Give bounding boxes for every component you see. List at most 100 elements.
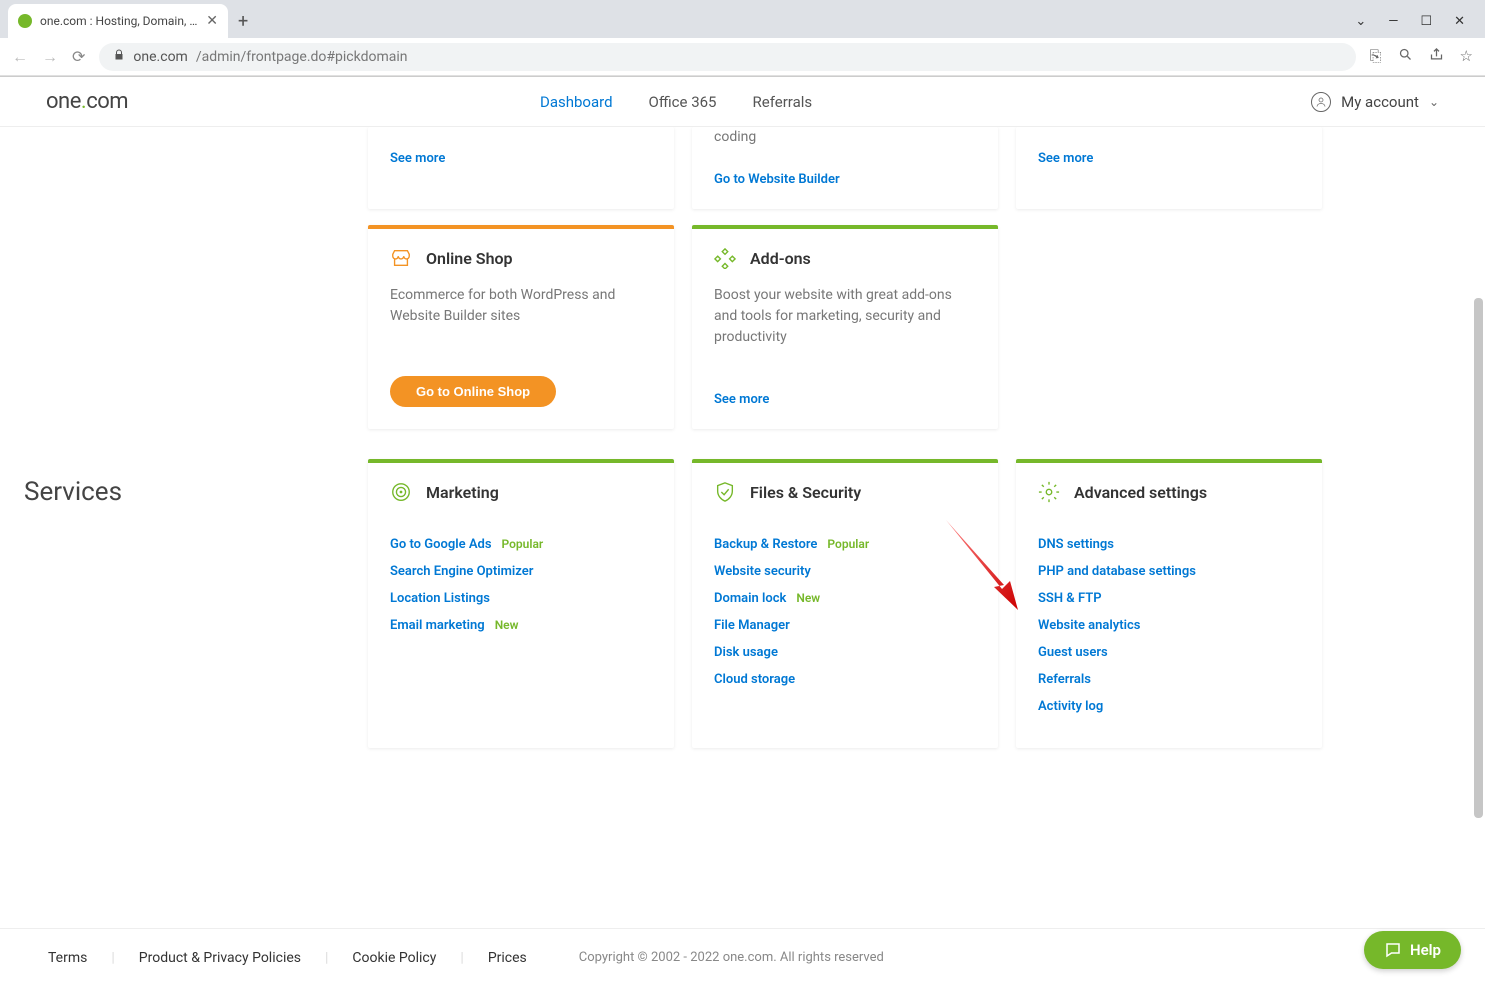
minimize-icon[interactable]: —	[1388, 14, 1398, 29]
ssh-ftp-link[interactable]: SSH & FTP	[1038, 591, 1102, 606]
tab-title: one.com : Hosting, Domain, Ema	[40, 14, 198, 28]
my-account-menu[interactable]: My account ⌄	[1311, 92, 1439, 112]
person-icon	[1311, 92, 1331, 112]
partial-card-2: coding Go to Website Builder	[692, 127, 998, 209]
addons-card: Add-ons Boost your website with great ad…	[692, 225, 998, 429]
star-icon[interactable]: ☆	[1460, 47, 1473, 66]
marketing-links: Go to Google Ads Popular Search Engine Op…	[390, 537, 652, 645]
advanced-settings-card: Advanced settings DNS settings PHP and d…	[1016, 459, 1322, 748]
zoom-icon[interactable]	[1398, 47, 1413, 66]
content-area: See more coding Go to Website Builder Se…	[0, 127, 1485, 928]
help-label: Help	[1410, 941, 1441, 959]
footer-terms-link[interactable]: Terms	[24, 950, 111, 966]
see-more-link[interactable]: See more	[1038, 151, 1093, 166]
services-heading: Services	[24, 459, 350, 748]
nav-office365[interactable]: Office 365	[649, 93, 717, 111]
partial-card-row: See more coding Go to Website Builder Se…	[24, 127, 1461, 209]
card-title: Files & Security	[750, 483, 861, 502]
footer-privacy-link[interactable]: Product & Privacy Policies	[115, 950, 325, 966]
feature-card-row: Online Shop Ecommerce for both WordPress…	[24, 225, 1461, 429]
go-to-google-ads-link[interactable]: Go to Google Ads	[390, 537, 492, 552]
files-security-card: Files & Security Backup & Restore Popular…	[692, 459, 998, 748]
location-listings-link[interactable]: Location Listings	[390, 591, 490, 606]
card-desc: Ecommerce for both WordPress and Website…	[390, 285, 652, 327]
tab-bar: one.com : Hosting, Domain, Ema ✕ + ⌄ — ☐…	[0, 0, 1485, 38]
url-path: /admin/frontpage.do#pickdomain	[196, 49, 408, 65]
new-badge: New	[495, 618, 519, 632]
account-label: My account	[1341, 93, 1419, 111]
footer: Terms | Product & Privacy Policies | Coo…	[0, 928, 1485, 986]
shop-icon	[390, 247, 412, 269]
nav-links: Dashboard Office 365 Referrals	[540, 93, 812, 111]
activity-log-link[interactable]: Activity log	[1038, 699, 1103, 714]
advanced-settings-links: DNS settings PHP and database settings S…	[1038, 537, 1300, 726]
files-security-links: Backup & Restore Popular Website security…	[714, 537, 976, 699]
services-row: Services Marketing Go to Google AdsPopu	[24, 459, 1461, 748]
card-title: Add-ons	[750, 249, 811, 268]
help-button[interactable]: Help	[1364, 931, 1461, 969]
close-window-icon[interactable]: ✕	[1454, 14, 1465, 29]
toolbar-right-icons: ⎘ ☆	[1370, 47, 1473, 66]
target-icon	[390, 481, 412, 503]
back-icon[interactable]: ←	[12, 47, 28, 67]
gear-icon	[1038, 481, 1060, 503]
card-desc: Boost your website with great add-ons an…	[714, 285, 976, 348]
footer-prices-link[interactable]: Prices	[464, 950, 551, 966]
see-more-link[interactable]: See more	[390, 151, 445, 166]
card-title: Online Shop	[426, 249, 513, 268]
maximize-icon[interactable]: ☐	[1420, 14, 1432, 29]
scrollbar-thumb[interactable]	[1474, 298, 1483, 818]
addons-icon	[714, 247, 736, 269]
online-shop-card: Online Shop Ecommerce for both WordPress…	[368, 225, 674, 429]
file-manager-link[interactable]: File Manager	[714, 618, 790, 633]
nav-dashboard[interactable]: Dashboard	[540, 93, 613, 111]
card-title: Advanced settings	[1074, 483, 1207, 502]
reload-icon[interactable]: ⟳	[72, 47, 85, 66]
php-database-link[interactable]: PHP and database settings	[1038, 564, 1196, 579]
popular-badge: Popular	[502, 537, 544, 551]
referrals-link[interactable]: Referrals	[1038, 672, 1091, 687]
card-title: Marketing	[426, 483, 499, 502]
nav-referrals[interactable]: Referrals	[753, 93, 813, 111]
popular-badge: Popular	[827, 537, 869, 551]
go-to-online-shop-button[interactable]: Go to Online Shop	[390, 376, 556, 407]
website-analytics-link[interactable]: Website analytics	[1038, 618, 1140, 633]
seo-link[interactable]: Search Engine Optimizer	[390, 564, 533, 579]
email-marketing-link[interactable]: Email marketing	[390, 618, 485, 633]
dns-settings-link[interactable]: DNS settings	[1038, 537, 1114, 552]
logo[interactable]: one.com	[46, 89, 128, 114]
address-bar: ← → ⟳ one.com/admin/frontpage.do#pickdom…	[0, 38, 1485, 76]
url-host: one.com	[133, 49, 187, 65]
chevron-down-icon[interactable]: ⌄	[1355, 14, 1366, 29]
go-to-website-builder-link[interactable]: Go to Website Builder	[714, 172, 840, 187]
marketing-card: Marketing Go to Google Ads Popular Search…	[368, 459, 674, 748]
domain-lock-link[interactable]: Domain lock	[714, 591, 786, 606]
translate-icon[interactable]: ⎘	[1370, 47, 1382, 66]
chevron-down-icon: ⌄	[1429, 95, 1439, 109]
chat-icon	[1384, 941, 1402, 959]
site-header: one.com Dashboard Office 365 Referrals M…	[0, 77, 1485, 127]
footer-links: Terms | Product & Privacy Policies | Coo…	[24, 950, 551, 966]
see-more-link[interactable]: See more	[714, 392, 769, 407]
footer-cookie-link[interactable]: Cookie Policy	[328, 950, 460, 966]
scrollbar[interactable]	[1474, 128, 1483, 808]
guest-users-link[interactable]: Guest users	[1038, 645, 1108, 660]
tab-favicon	[18, 14, 32, 28]
cloud-storage-link[interactable]: Cloud storage	[714, 672, 795, 687]
browser-tab[interactable]: one.com : Hosting, Domain, Ema ✕	[8, 4, 228, 38]
new-badge: New	[796, 591, 820, 605]
shield-icon	[714, 481, 736, 503]
partial-card-1: See more	[368, 127, 674, 209]
website-security-link[interactable]: Website security	[714, 564, 811, 579]
lock-icon	[113, 49, 125, 64]
footer-copyright: Copyright © 2002 - 2022 one.com. All rig…	[579, 950, 884, 965]
url-field[interactable]: one.com/admin/frontpage.do#pickdomain	[99, 43, 1355, 71]
close-tab-icon[interactable]: ✕	[206, 13, 218, 29]
window-controls: ⌄ — ☐ ✕	[1355, 14, 1477, 29]
forward-icon[interactable]: →	[42, 47, 58, 67]
browser-chrome: one.com : Hosting, Domain, Ema ✕ + ⌄ — ☐…	[0, 0, 1485, 77]
new-tab-button[interactable]: +	[238, 11, 248, 32]
disk-usage-link[interactable]: Disk usage	[714, 645, 778, 660]
backup-restore-link[interactable]: Backup & Restore	[714, 537, 817, 552]
share-icon[interactable]	[1429, 47, 1444, 66]
